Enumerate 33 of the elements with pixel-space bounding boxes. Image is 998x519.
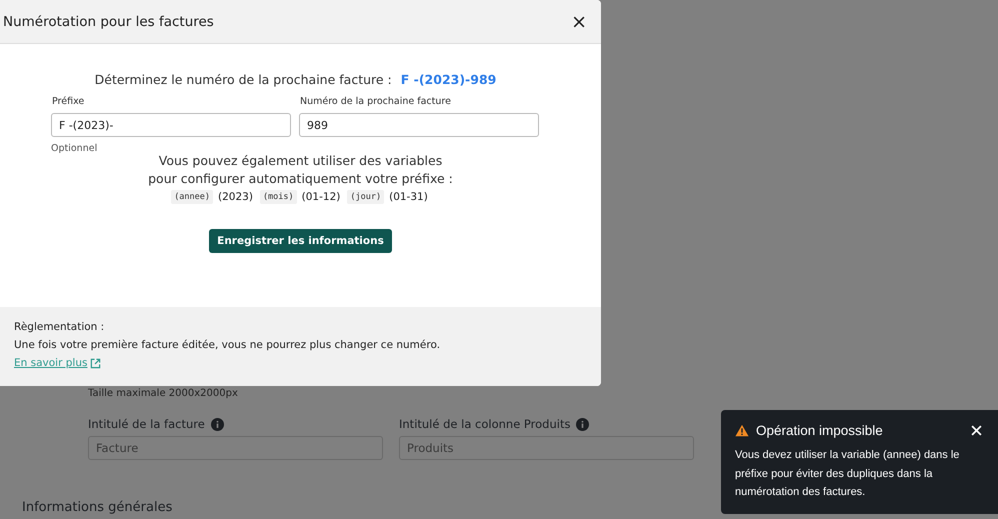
size-hint: Taille maximale 2000x2000px xyxy=(88,388,239,399)
field-label: Intitulé de la colonne Produits xyxy=(399,417,570,431)
external-link-icon[interactable] xyxy=(90,358,102,368)
close-icon[interactable] xyxy=(971,425,982,436)
heading-text: Déterminez le numéro de la prochaine facture : xyxy=(94,72,392,87)
section-title: Informations générales xyxy=(22,500,174,515)
input-field[interactable]: 989 xyxy=(299,113,539,137)
variable-range: (01-31) xyxy=(389,191,428,203)
footer-title: Règlementation : xyxy=(14,321,106,333)
help-text: Optionnel xyxy=(51,143,98,154)
footer-text: Une fois votre première facture éditée, vous ne pourrez plus changer ce numéro. xyxy=(14,339,442,351)
variables-text: pour configurer automatiquement votre préfixe : xyxy=(148,170,453,188)
modal-title: Numérotation pour les factures xyxy=(3,14,214,30)
save-button[interactable]: Enregistrer les informations xyxy=(209,229,392,253)
variable-code: (annee) xyxy=(171,190,214,204)
toast-message: Vous devez utiliser la variable (annee) dans le préfixe pour éviter des dupliques dans la numérotation des factures. xyxy=(735,448,960,500)
variable-range: (2023) xyxy=(218,191,253,203)
input-field[interactable]: Facture xyxy=(88,436,383,460)
input-field[interactable]: F -(2023)- xyxy=(51,113,291,137)
info-icon[interactable] xyxy=(576,418,590,430)
close-button[interactable]: × xyxy=(567,10,591,32)
variable-code: (mois) xyxy=(260,190,297,204)
toast-title: Opération impossible xyxy=(756,423,884,438)
number-preview: F -(2023)-989 xyxy=(400,72,496,87)
field-label: Intitulé de la facture xyxy=(88,417,205,431)
input-field[interactable]: Produits xyxy=(399,436,694,460)
variable-code: (jour) xyxy=(347,190,384,204)
variables-text: Vous pouvez également utiliser des variables xyxy=(158,152,442,170)
info-icon[interactable] xyxy=(210,418,224,430)
field-label: Préfixe xyxy=(52,96,86,107)
field-label: Numéro de la prochaine facture xyxy=(300,96,452,107)
warning-icon xyxy=(735,424,749,437)
variable-range: (01-12) xyxy=(302,191,340,203)
